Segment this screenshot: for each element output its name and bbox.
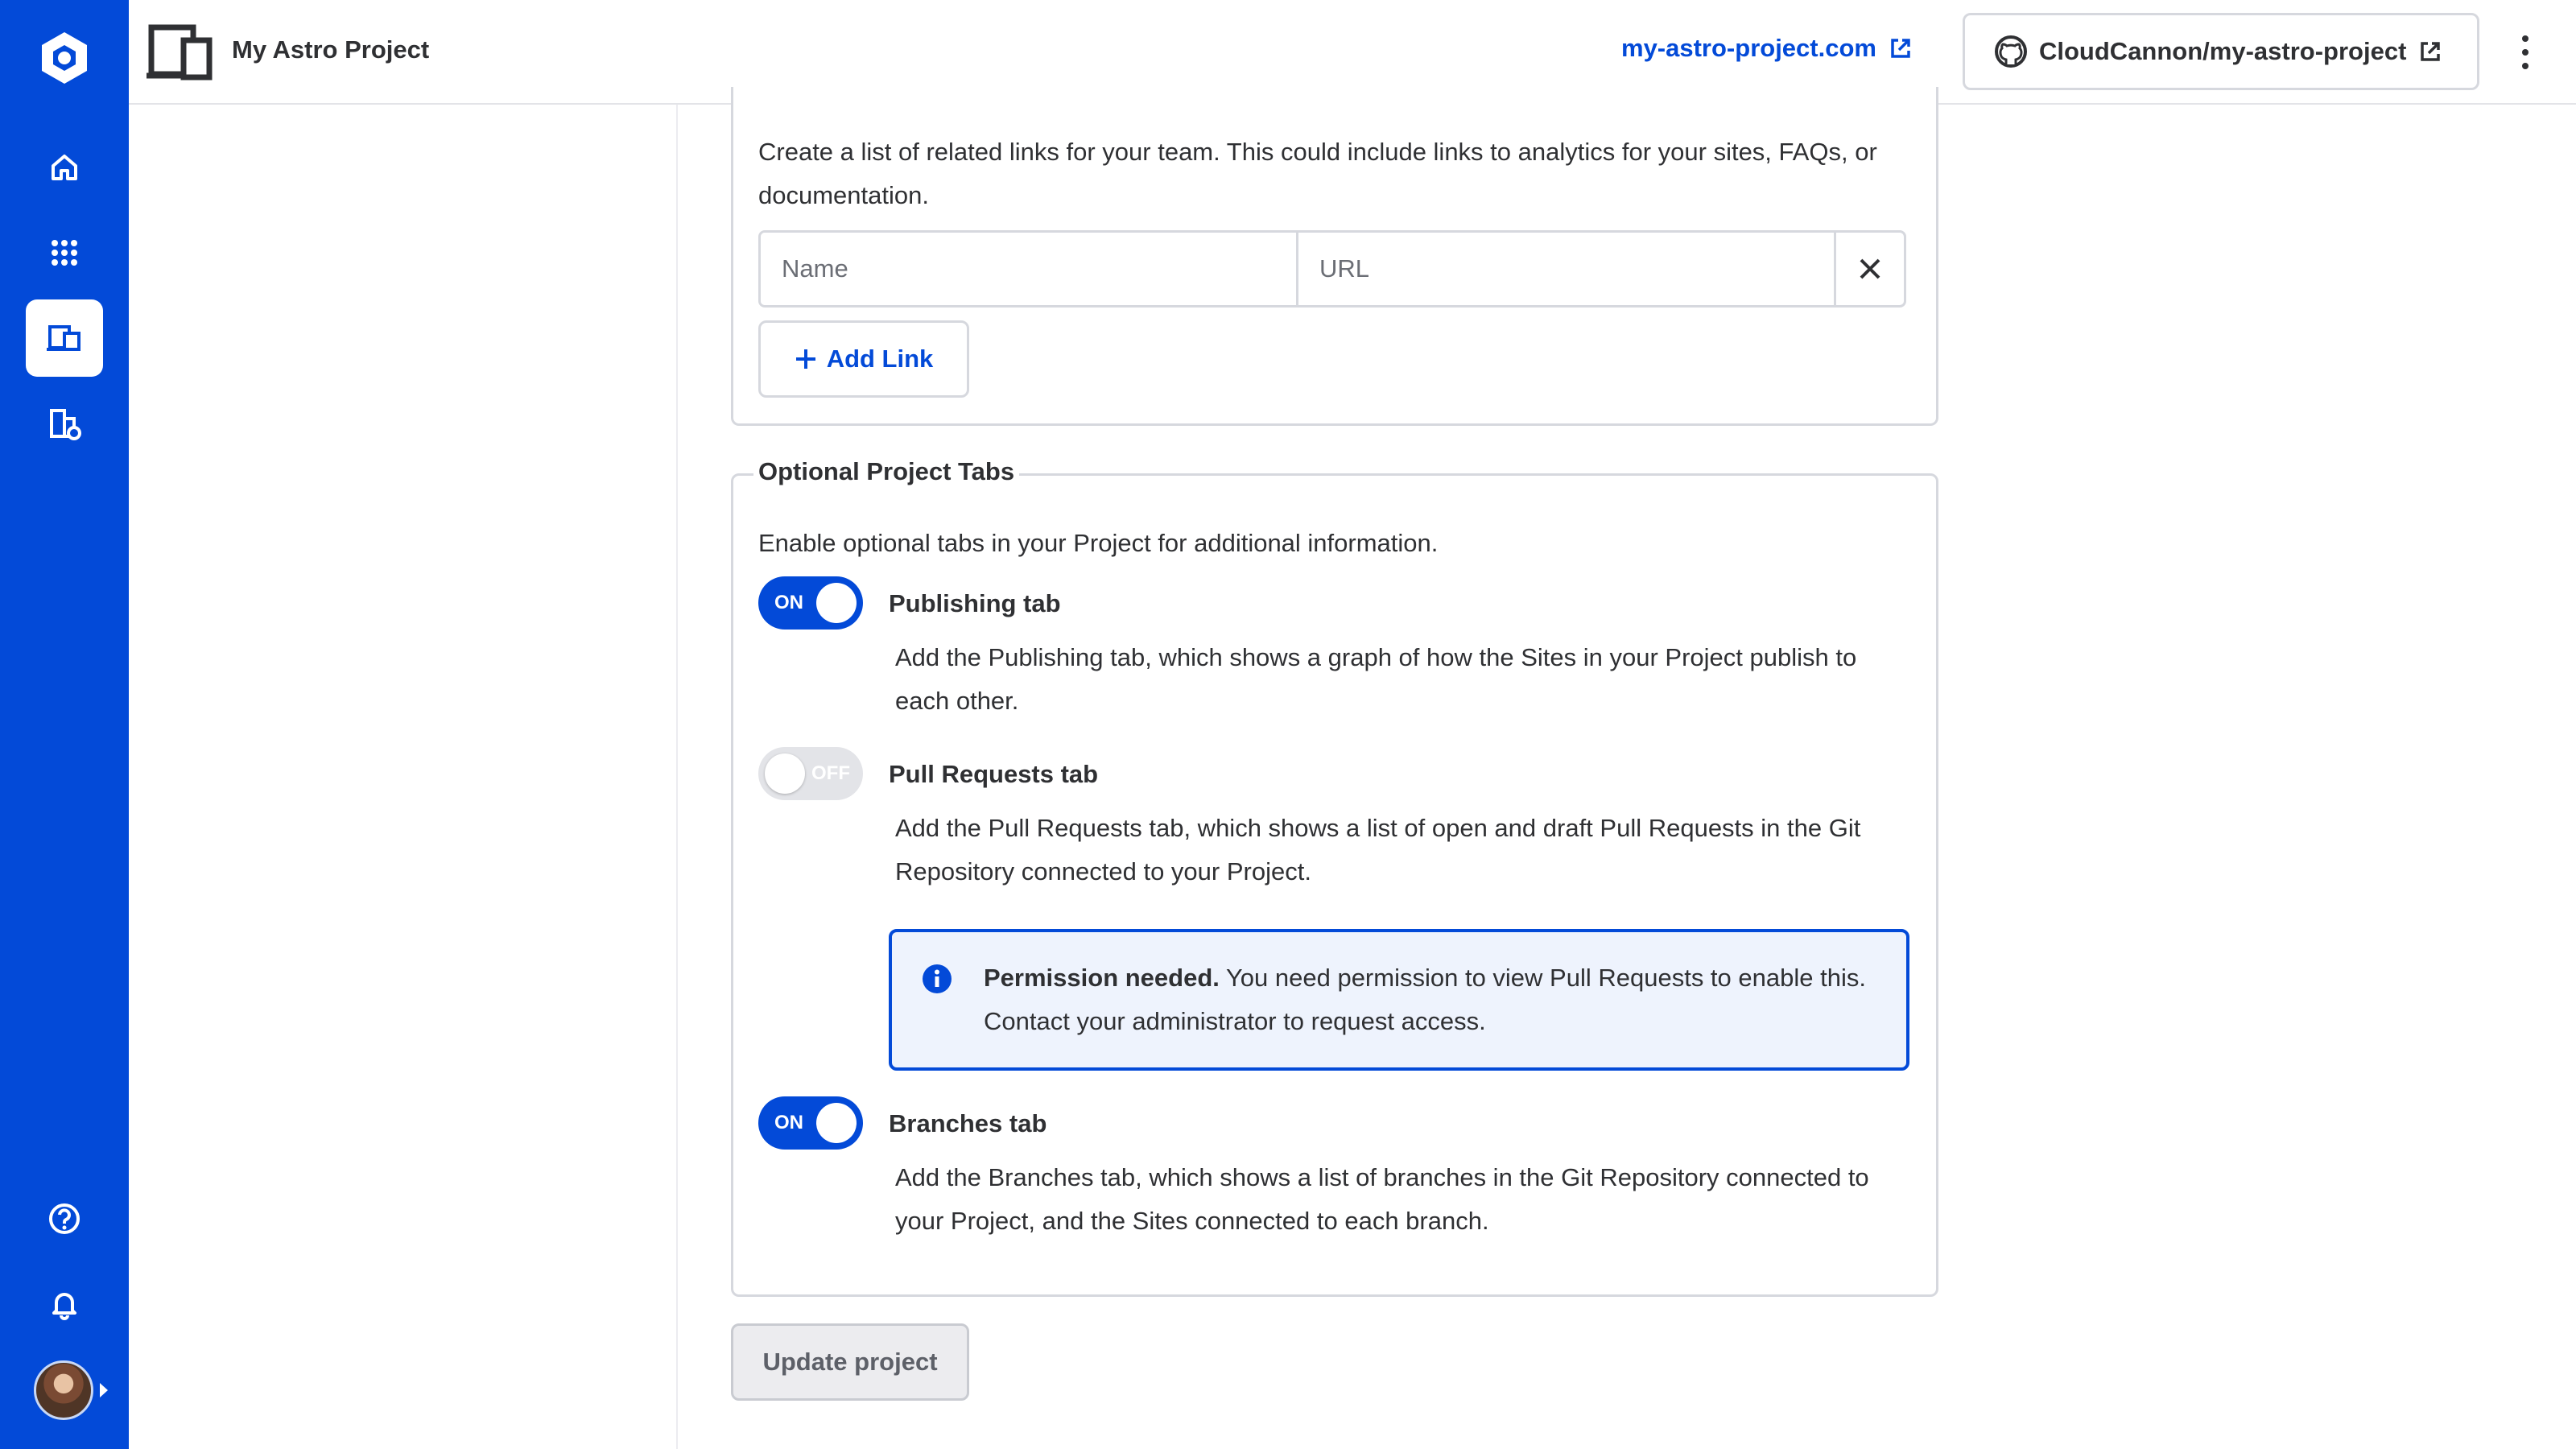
link-name-input[interactable] <box>761 233 1298 305</box>
notifications-bell-icon[interactable] <box>26 1265 103 1343</box>
organization-settings-icon[interactable] <box>26 385 103 462</box>
project-devices-icon <box>147 24 213 80</box>
caret-right-icon[interactable] <box>100 1383 108 1397</box>
repo-name: CloudCannon/my-astro-project <box>2039 37 2407 65</box>
external-link-icon <box>1891 39 1910 58</box>
more-options-icon[interactable] <box>2513 32 2537 72</box>
pull-requests-tab-toggle[interactable]: OFF <box>758 747 863 800</box>
toggle-knob <box>816 1103 857 1143</box>
publishing-tab-toggle[interactable]: ON <box>758 576 863 630</box>
add-link-label: Add Link <box>826 345 934 373</box>
toggle-state-label: ON <box>774 1112 803 1133</box>
git-repository-button[interactable]: CloudCannon/my-astro-project <box>1963 13 2479 90</box>
remove-link-button[interactable] <box>1836 233 1904 305</box>
permission-notice: Permission needed. You need permission t… <box>889 929 1909 1071</box>
home-icon[interactable] <box>26 129 103 206</box>
pull-requests-tab-description: Add the Pull Requests tab, which shows a… <box>895 814 1861 886</box>
branches-tab-description: Add the Branches tab, which shows a list… <box>895 1163 1869 1235</box>
link-entry-row <box>758 230 1906 308</box>
apps-grid-icon[interactable] <box>26 214 103 291</box>
github-icon <box>1995 35 2027 68</box>
side-nav-rail <box>0 0 129 1449</box>
permission-notice-heading: Permission needed. <box>984 964 1220 992</box>
close-icon <box>1860 258 1880 279</box>
update-project-button[interactable]: Update project <box>731 1323 969 1401</box>
external-link-icon <box>2421 42 2441 61</box>
site-url-link[interactable]: my-astro-project.com <box>1621 34 1913 63</box>
link-url-input[interactable] <box>1298 233 1836 305</box>
toggle-knob <box>816 583 857 623</box>
publishing-tab-description: Add the Publishing tab, which shows a gr… <box>895 643 1857 715</box>
toggle-knob <box>765 753 805 794</box>
permission-notice-text: Permission needed. You need permission t… <box>984 956 1885 1043</box>
optional-tabs-description: Enable optional tabs in your Project for… <box>758 529 1439 557</box>
optional-tabs-legend: Optional Project Tabs <box>753 457 1020 486</box>
projects-icon[interactable] <box>26 299 103 377</box>
toggle-state-label: OFF <box>811 762 850 784</box>
site-url-text: my-astro-project.com <box>1621 34 1876 62</box>
pull-requests-tab-title: Pull Requests tab <box>889 760 1099 788</box>
user-avatar[interactable] <box>34 1360 93 1420</box>
cloudcannon-logo-icon[interactable] <box>35 29 93 87</box>
related-links-description: Create a list of related links for your … <box>758 138 1877 209</box>
plus-icon <box>795 349 815 369</box>
project-title: My Astro Project <box>232 35 430 64</box>
branches-tab-toggle[interactable]: ON <box>758 1096 863 1150</box>
branches-tab-title: Branches tab <box>889 1109 1047 1137</box>
info-icon <box>923 964 952 993</box>
help-icon[interactable] <box>26 1180 103 1257</box>
publishing-tab-title: Publishing tab <box>889 589 1061 617</box>
add-link-button[interactable]: Add Link <box>758 320 969 398</box>
toggle-state-label: ON <box>774 592 803 613</box>
